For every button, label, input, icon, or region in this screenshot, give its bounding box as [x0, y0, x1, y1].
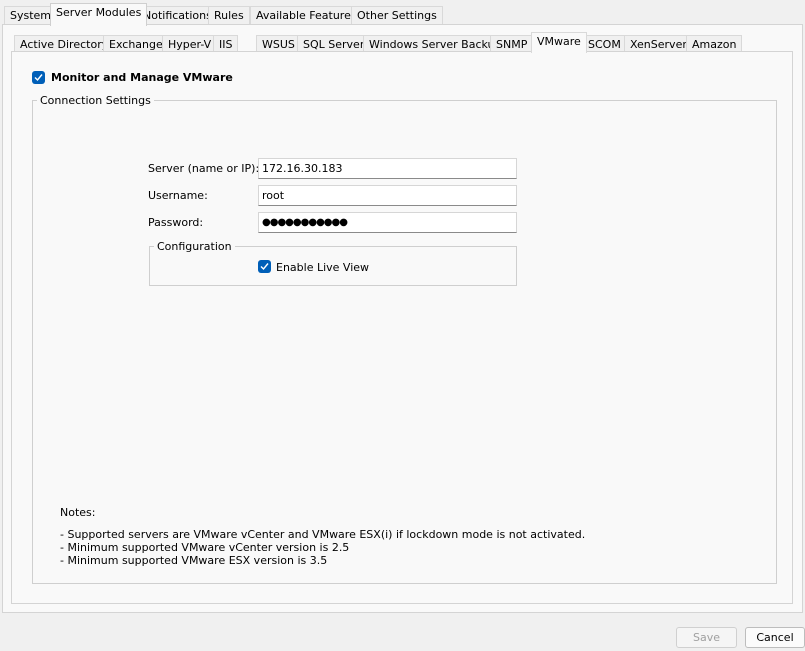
tab-server-modules[interactable]: Server Modules	[50, 3, 148, 26]
tab-notifications[interactable]: Notifications	[137, 6, 218, 26]
configuration-legend: Configuration	[154, 240, 235, 253]
tab-rules[interactable]: Rules	[208, 6, 250, 26]
subtab-vmware[interactable]: VMware	[531, 32, 587, 53]
username-input[interactable]: root	[258, 185, 517, 206]
tab-available-features[interactable]: Available Features	[250, 6, 363, 26]
tab-other-settings[interactable]: Other Settings	[351, 6, 443, 26]
password-label: Password:	[148, 216, 204, 229]
server-input[interactable]: 172.16.30.183	[258, 158, 517, 179]
connection-settings-legend: Connection Settings	[37, 94, 154, 107]
notes-line: - Supported servers are VMware vCenter a…	[60, 528, 586, 541]
checkmark-icon	[260, 263, 269, 271]
username-label: Username:	[148, 189, 208, 202]
notes-line: - Minimum supported VMware ESX version i…	[60, 554, 328, 567]
monitor-vmware-label: Monitor and Manage VMware	[51, 71, 233, 84]
notes-title: Notes:	[60, 506, 96, 519]
save-button[interactable]: Save	[676, 627, 737, 648]
monitor-vmware-checkbox[interactable]	[32, 71, 45, 84]
checkmark-icon	[34, 74, 43, 82]
enable-live-view-label: Enable Live View	[276, 261, 370, 274]
server-label: Server (name or IP):	[148, 162, 260, 175]
notes-line: - Minimum supported VMware vCenter versi…	[60, 541, 350, 554]
password-input[interactable]: ●●●●●●●●●●●	[258, 212, 517, 233]
enable-live-view-checkbox[interactable]	[258, 260, 271, 273]
cancel-button[interactable]: Cancel	[745, 627, 805, 648]
